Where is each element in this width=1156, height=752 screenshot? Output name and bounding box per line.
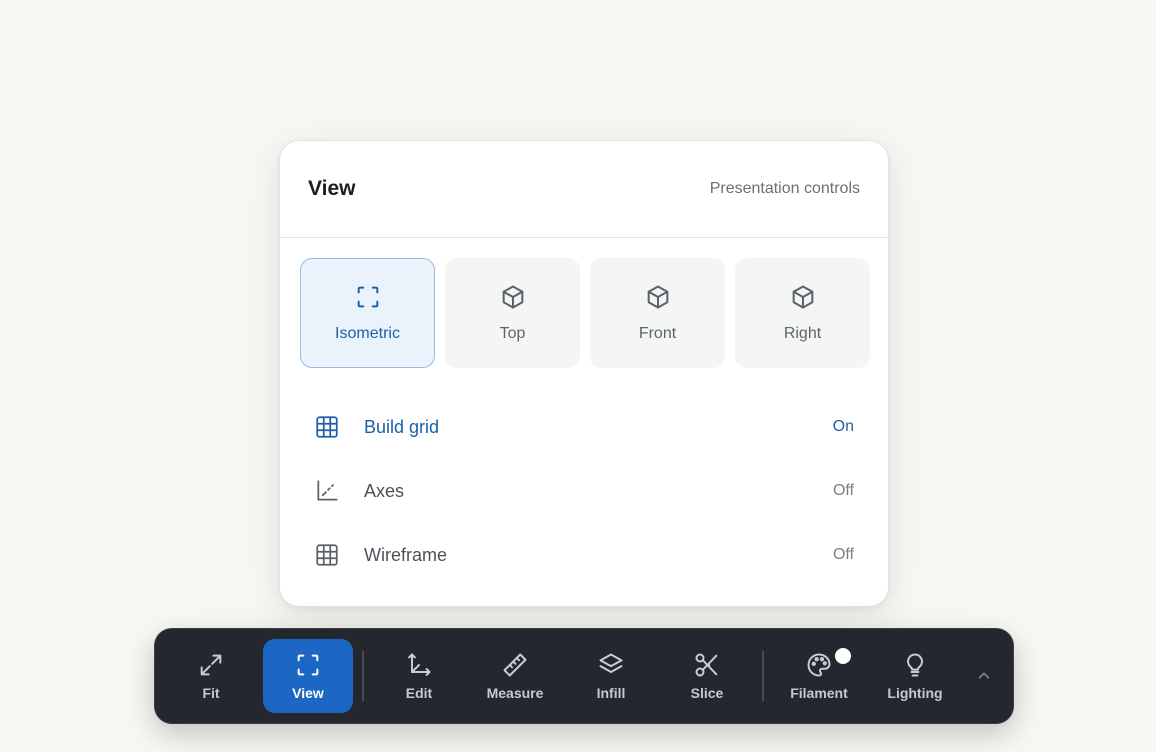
bottom-toolbar: Fit View Edit Measure Infill Slice Filam… [154,628,1014,724]
view-preset-front[interactable]: Front [590,258,725,368]
tool-label: Slice [690,685,724,701]
view-preset-top[interactable]: Top [445,258,580,368]
expand-icon [200,654,222,676]
wireframe-icon [316,544,338,566]
view-preset-label: Isometric [335,325,400,342]
display-toggle-list: Build grid On Axes Off Wireframe Off [300,395,868,587]
tool-label: Measure [486,685,544,701]
grid-icon [316,416,338,438]
tool-filament-button[interactable]: Filament [775,639,863,713]
view-preset-label: Top [499,325,526,342]
view-preset-right[interactable]: Right [735,258,870,368]
tool-label: Fit [202,685,220,701]
toolbar-more-button[interactable] [973,665,995,687]
tool-edit-button[interactable]: Edit [375,639,463,713]
tool-lighting-button[interactable]: Lighting [871,639,959,713]
tool-label: Edit [405,685,433,701]
toggle-state: Off [832,546,854,563]
panel-header: View Presentation controls [280,141,888,238]
toolbar-divider [762,651,764,701]
view-preset-label: Front [638,325,677,342]
tool-label: View [292,685,324,701]
tool-label: Lighting [887,685,943,701]
tool-measure-button[interactable]: Measure [471,639,559,713]
toggle-build-grid[interactable]: Build grid On [300,395,868,459]
focus-frame-icon [357,286,378,308]
view-preset-grid: Isometric Top Front Right [300,258,870,368]
toggle-label: Axes [364,480,405,501]
tool-label: Infill [596,685,626,701]
view-preset-isometric[interactable]: Isometric [300,258,435,368]
cube-icon [502,285,523,309]
view-panel: View Presentation controls Isometric Top… [279,140,889,607]
toggle-state: On [832,418,854,435]
tool-label: Filament [790,685,848,701]
axes-icon [317,480,338,501]
toggle-axes[interactable]: Axes Off [300,459,868,523]
toggle-state: Off [832,482,854,499]
tool-slice-button[interactable]: Slice [663,639,751,713]
palette-icon [807,653,831,677]
panel-title: View [308,177,356,200]
panel-subtitle: Presentation controls [709,180,860,197]
ruler-icon [503,653,527,677]
focus-frame-icon [297,654,319,676]
toolbar-divider [362,651,364,701]
chevron-up-icon [978,672,990,679]
scissors-icon [695,653,718,677]
tool-fit-button[interactable]: Fit [167,639,255,713]
toggle-wireframe[interactable]: Wireframe Off [300,523,868,587]
tool-infill-button[interactable]: Infill [567,639,655,713]
view-preset-label: Right [783,325,822,342]
move-axes-icon [408,653,431,676]
cube-icon [647,285,668,309]
tool-view-button[interactable]: View [263,639,353,713]
filament-status-dot [835,648,851,664]
lightbulb-icon [907,653,923,677]
toggle-label: Wireframe [364,544,448,565]
cube-icon [792,285,813,309]
toggle-label: Build grid [364,416,440,437]
layers-icon [599,653,623,673]
